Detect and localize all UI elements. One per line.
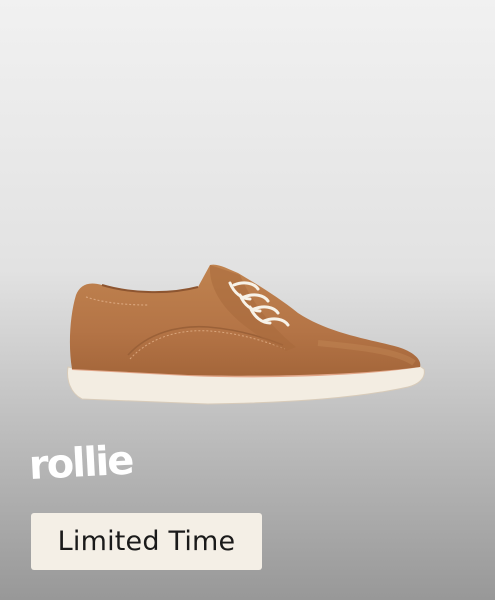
brand-logo: rollie [27, 437, 134, 489]
limited-time-badge: Limited Time [31, 513, 262, 570]
shoe-image[interactable] [58, 255, 438, 420]
brown-leather-derby-shoe-icon [67, 264, 425, 405]
product-promo-card[interactable]: rollie Limited Time [0, 0, 495, 600]
